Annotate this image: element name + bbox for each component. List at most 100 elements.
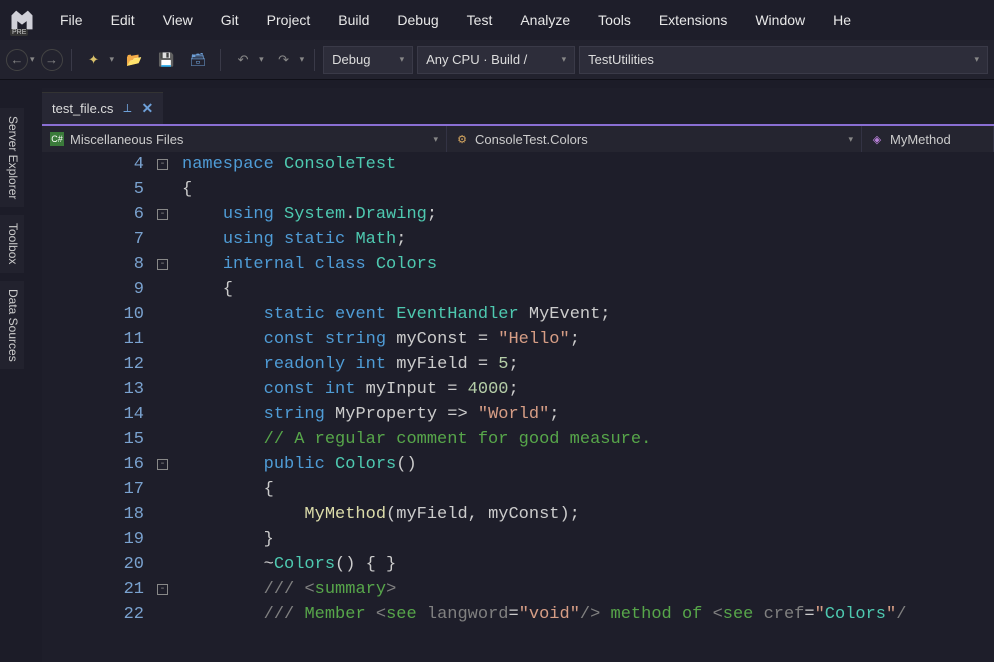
new-item-dropdown[interactable]: ▾ bbox=[108, 54, 117, 65]
open-file-button[interactable]: 📂 bbox=[120, 46, 148, 74]
nav-forward-button[interactable]: → bbox=[41, 49, 63, 71]
menu-debug[interactable]: Debug bbox=[383, 2, 452, 38]
nav-class-label: ConsoleTest.Colors bbox=[475, 132, 588, 147]
nav-member[interactable]: ◈ MyMethod bbox=[862, 126, 994, 152]
toolbar: ← ▾ → ✦ ▾ 📂 💾 🗃 ↶ ▾ ↷ ▾ Debug▾ Any CPU ·… bbox=[0, 40, 994, 80]
menu-test[interactable]: Test bbox=[453, 2, 507, 38]
platform-value: Any CPU · Build / bbox=[426, 52, 527, 67]
save-button[interactable]: 💾 bbox=[152, 46, 180, 74]
menu-he[interactable]: He bbox=[819, 2, 865, 38]
file-tab[interactable]: test_file.cs ⟂ ✕ bbox=[42, 92, 163, 124]
menu-project[interactable]: Project bbox=[253, 2, 325, 38]
menu-build[interactable]: Build bbox=[324, 2, 383, 38]
nav-member-label: MyMethod bbox=[890, 132, 951, 147]
redo-button[interactable]: ↷ bbox=[270, 46, 298, 74]
code-line[interactable]: public Colors() bbox=[182, 452, 994, 477]
code-line[interactable]: using static Math; bbox=[182, 227, 994, 252]
pre-badge: PRE bbox=[10, 29, 28, 36]
new-item-button[interactable]: ✦ bbox=[80, 46, 108, 74]
code-line[interactable]: string MyProperty => "World"; bbox=[182, 402, 994, 427]
nav-back-button[interactable]: ← bbox=[6, 49, 28, 71]
class-icon: ⚙ bbox=[455, 132, 469, 146]
line-number: 8- bbox=[42, 252, 174, 277]
menu-items: FileEditViewGitProjectBuildDebugTestAnal… bbox=[46, 2, 865, 38]
tab-bar: test_file.cs ⟂ ✕ bbox=[42, 88, 994, 124]
menu-view[interactable]: View bbox=[149, 2, 207, 38]
menu-window[interactable]: Window bbox=[741, 2, 819, 38]
line-gutter: 4-56-78-910111213141516-1718192021-22 bbox=[42, 152, 182, 662]
code-line[interactable]: MyMethod(myField, myConst); bbox=[182, 502, 994, 527]
line-number: 17 bbox=[42, 477, 174, 502]
fold-toggle[interactable]: - bbox=[157, 159, 168, 170]
redo-dropdown[interactable]: ▾ bbox=[298, 54, 307, 65]
line-number: 13 bbox=[42, 377, 174, 402]
platform-selector[interactable]: Any CPU · Build /▾ bbox=[417, 46, 575, 74]
nav-scope-label: Miscellaneous Files bbox=[70, 132, 183, 147]
side-tabs: Server Explorer Toolbox Data Sources bbox=[0, 88, 24, 369]
config-selector[interactable]: Debug▾ bbox=[323, 46, 413, 74]
code-line[interactable]: { bbox=[182, 177, 994, 202]
nav-back-dropdown[interactable]: ▾ bbox=[28, 54, 37, 65]
code-line[interactable]: static event EventHandler MyEvent; bbox=[182, 302, 994, 327]
save-all-button[interactable]: 🗃 bbox=[184, 46, 212, 74]
code-line[interactable]: /// <summary> bbox=[182, 577, 994, 602]
undo-button[interactable]: ↶ bbox=[229, 46, 257, 74]
undo-dropdown[interactable]: ▾ bbox=[257, 54, 266, 65]
line-number: 5 bbox=[42, 177, 174, 202]
nav-class[interactable]: ⚙ ConsoleTest.Colors ▾ bbox=[447, 126, 862, 152]
file-tab-name: test_file.cs bbox=[52, 101, 113, 116]
csharp-icon: C# bbox=[50, 132, 64, 146]
config-value: Debug bbox=[332, 52, 370, 67]
line-number: 7 bbox=[42, 227, 174, 252]
code-line[interactable]: { bbox=[182, 277, 994, 302]
menu-file[interactable]: File bbox=[46, 2, 97, 38]
code-line[interactable]: ~Colors() { } bbox=[182, 552, 994, 577]
sidetab-server-explorer[interactable]: Server Explorer bbox=[0, 108, 24, 207]
code-line[interactable]: namespace ConsoleTest bbox=[182, 152, 994, 177]
code-line[interactable]: const int myInput = 4000; bbox=[182, 377, 994, 402]
code-line[interactable]: // A regular comment for good measure. bbox=[182, 427, 994, 452]
nav-scope[interactable]: C# Miscellaneous Files ▾ bbox=[42, 126, 447, 152]
line-number: 19 bbox=[42, 527, 174, 552]
startup-value: TestUtilities bbox=[588, 52, 654, 67]
code-line[interactable]: const string myConst = "Hello"; bbox=[182, 327, 994, 352]
code-line[interactable]: internal class Colors bbox=[182, 252, 994, 277]
line-number: 11 bbox=[42, 327, 174, 352]
menu-edit[interactable]: Edit bbox=[97, 2, 149, 38]
line-number: 10 bbox=[42, 302, 174, 327]
line-number: 14 bbox=[42, 402, 174, 427]
code-lines[interactable]: namespace ConsoleTest{ using System.Draw… bbox=[182, 152, 994, 662]
fold-toggle[interactable]: - bbox=[157, 459, 168, 470]
code-line[interactable]: using System.Drawing; bbox=[182, 202, 994, 227]
line-number: 4- bbox=[42, 152, 174, 177]
startup-selector[interactable]: TestUtilities▾ bbox=[579, 46, 988, 74]
editor-area: test_file.cs ⟂ ✕ C# Miscellaneous Files … bbox=[42, 88, 994, 662]
pin-icon[interactable]: ⟂ bbox=[123, 101, 131, 116]
line-number: 20 bbox=[42, 552, 174, 577]
menu-analyze[interactable]: Analyze bbox=[506, 2, 584, 38]
line-number: 15 bbox=[42, 427, 174, 452]
menu-tools[interactable]: Tools bbox=[584, 2, 645, 38]
fold-toggle[interactable]: - bbox=[157, 259, 168, 270]
fold-toggle[interactable]: - bbox=[157, 209, 168, 220]
sidetab-data-sources[interactable]: Data Sources bbox=[0, 281, 24, 370]
code-editor[interactable]: 4-56-78-910111213141516-1718192021-22 na… bbox=[42, 152, 994, 662]
close-icon[interactable]: ✕ bbox=[141, 100, 153, 117]
menu-bar: PRE FileEditViewGitProjectBuildDebugTest… bbox=[0, 0, 994, 40]
menu-extensions[interactable]: Extensions bbox=[645, 2, 741, 38]
code-line[interactable]: readonly int myField = 5; bbox=[182, 352, 994, 377]
line-number: 16- bbox=[42, 452, 174, 477]
fold-toggle[interactable]: - bbox=[157, 584, 168, 595]
code-nav-bar: C# Miscellaneous Files ▾ ⚙ ConsoleTest.C… bbox=[42, 124, 994, 152]
line-number: 9 bbox=[42, 277, 174, 302]
line-number: 18 bbox=[42, 502, 174, 527]
code-line[interactable]: /// Member <see langword="void"/> method… bbox=[182, 602, 994, 627]
app-logo: PRE bbox=[8, 6, 36, 34]
code-line[interactable]: { bbox=[182, 477, 994, 502]
line-number: 21- bbox=[42, 577, 174, 602]
method-icon: ◈ bbox=[870, 132, 884, 146]
code-line[interactable]: } bbox=[182, 527, 994, 552]
menu-git[interactable]: Git bbox=[207, 2, 253, 38]
sidetab-toolbox[interactable]: Toolbox bbox=[0, 215, 24, 272]
line-number: 12 bbox=[42, 352, 174, 377]
